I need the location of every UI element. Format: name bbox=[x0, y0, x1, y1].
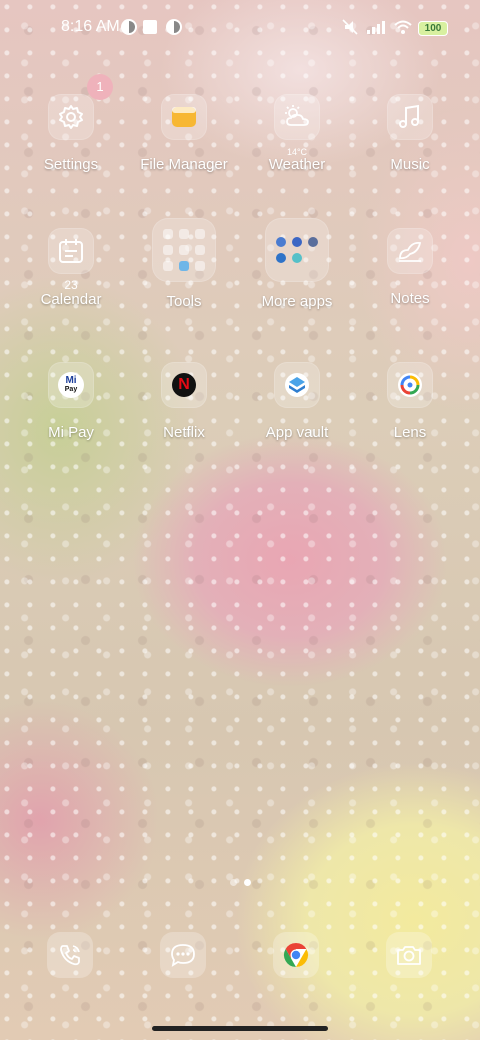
netflix-icon: N bbox=[161, 362, 207, 408]
lens-icon bbox=[387, 362, 433, 408]
chrome-icon[interactable] bbox=[273, 932, 319, 978]
folder-mini-icon bbox=[195, 229, 205, 239]
calendar-date: 23 bbox=[64, 278, 78, 292]
notes-icon bbox=[387, 228, 433, 274]
app-label: Lens bbox=[393, 424, 427, 441]
mute-icon bbox=[341, 19, 358, 35]
folder-mini-icon bbox=[195, 261, 205, 271]
app-file-manager[interactable]: File Manager bbox=[127, 94, 241, 173]
notification-square-icon bbox=[143, 20, 157, 34]
camera-icon[interactable] bbox=[386, 932, 432, 978]
app-label: Netflix bbox=[163, 424, 205, 441]
mi-pay-logo: Mi Pay bbox=[58, 372, 84, 398]
folder-mini-icon bbox=[276, 237, 286, 247]
app-tools-folder[interactable]: Tools bbox=[127, 218, 241, 310]
more-apps-folder-icon bbox=[265, 218, 329, 282]
app-label: More apps bbox=[261, 293, 333, 310]
folder-mini-icon bbox=[292, 237, 302, 247]
status-clock: 8:16 AM bbox=[61, 18, 120, 35]
phone-icon[interactable] bbox=[47, 932, 93, 978]
app-lens[interactable]: Lens bbox=[353, 362, 467, 441]
app-label: App vault bbox=[265, 424, 329, 441]
notification-badge: 1 bbox=[87, 74, 113, 100]
app-netflix[interactable]: N Netflix bbox=[127, 362, 241, 441]
app-label: Music bbox=[390, 156, 430, 173]
netflix-logo: N bbox=[172, 373, 196, 397]
app-label: Tools bbox=[166, 293, 202, 310]
folder-empty-slot bbox=[308, 253, 318, 263]
folder-mini-icon bbox=[179, 229, 189, 239]
app-calendar[interactable]: 23 Calendar bbox=[14, 228, 128, 308]
app-mi-pay[interactable]: Mi Pay Mi Pay bbox=[14, 362, 128, 441]
folder-mini-icon bbox=[179, 261, 189, 271]
music-note-icon bbox=[387, 94, 433, 140]
mi-pay-logo-text: Mi bbox=[65, 375, 77, 386]
app-label: Notes bbox=[390, 290, 430, 307]
page-indicator-dot[interactable] bbox=[230, 879, 237, 886]
app-label: Calendar bbox=[40, 291, 102, 308]
folder-icon bbox=[161, 94, 207, 140]
folder-mini-icon bbox=[195, 245, 205, 255]
notification-app-icon-2 bbox=[166, 19, 182, 35]
home-gesture-bar[interactable] bbox=[152, 1026, 328, 1031]
folder-mini-icon bbox=[308, 237, 318, 247]
folder-mini-icon bbox=[163, 261, 173, 271]
app-weather[interactable]: 14°C Weather bbox=[240, 94, 354, 173]
folder-mini-icon bbox=[276, 253, 286, 263]
app-label: Settings bbox=[43, 156, 99, 173]
app-vault-icon bbox=[274, 362, 320, 408]
weather-temperature: 14°C bbox=[286, 147, 308, 157]
app-label: File Manager bbox=[140, 156, 228, 173]
weather-cloud-sun-icon bbox=[274, 94, 320, 140]
app-music[interactable]: Music bbox=[353, 94, 467, 173]
app-label: Weather bbox=[268, 156, 326, 173]
app-notes[interactable]: Notes bbox=[353, 228, 467, 307]
app-app-vault[interactable]: App vault bbox=[240, 362, 354, 441]
folder-mini-icon bbox=[163, 229, 173, 239]
signal-icon bbox=[366, 19, 388, 35]
gear-icon bbox=[48, 94, 94, 140]
page-indicator-dot-active[interactable] bbox=[244, 879, 251, 886]
battery-icon: 100 bbox=[418, 21, 448, 36]
app-settings[interactable]: Settings bbox=[14, 94, 128, 173]
mi-pay-icon: Mi Pay bbox=[48, 362, 94, 408]
calendar-icon bbox=[48, 228, 94, 274]
status-bar: 8:16 AM 100 bbox=[0, 0, 480, 56]
folder-mini-icon bbox=[179, 245, 189, 255]
wifi-icon bbox=[393, 19, 413, 35]
app-label: Mi Pay bbox=[48, 424, 94, 441]
messages-icon[interactable] bbox=[160, 932, 206, 978]
folder-mini-icon bbox=[163, 245, 173, 255]
tools-folder-icon bbox=[152, 218, 216, 282]
folder-mini-icon bbox=[292, 253, 302, 263]
mi-pay-logo-subtext: Pay bbox=[64, 386, 78, 393]
app-more-apps-folder[interactable]: More apps bbox=[240, 218, 354, 310]
notification-app-icon bbox=[121, 19, 137, 35]
